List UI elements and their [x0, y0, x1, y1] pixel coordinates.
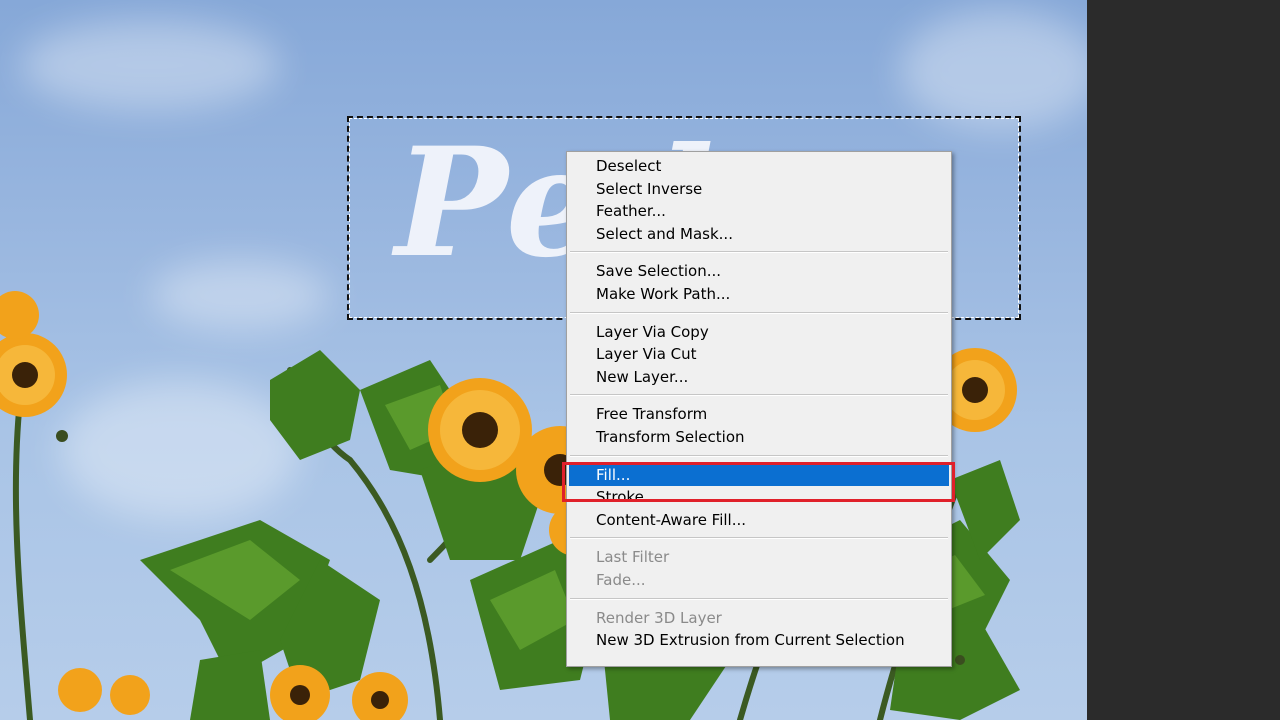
menu-item-layer-via-copy[interactable]: Layer Via Copy — [569, 321, 949, 343]
side-panel — [1087, 0, 1280, 720]
menu-item-new-3d-extrusion-from-current-selection[interactable]: New 3D Extrusion from Current Selection — [569, 629, 949, 651]
menu-item-new-layer[interactable]: New Layer... — [569, 366, 949, 388]
menu-item-last-filter[interactable]: Last Filter — [569, 546, 949, 568]
menu-item-make-work-path[interactable]: Make Work Path... — [569, 283, 949, 305]
menu-separator — [570, 454, 948, 457]
menu-item-fade[interactable]: Fade... — [569, 569, 949, 591]
menu-item-render-3d-layer[interactable]: Render 3D Layer — [569, 607, 949, 629]
menu-item-deselect[interactable]: Deselect — [569, 155, 949, 177]
menu-separator — [570, 597, 948, 600]
menu-item-feather[interactable]: Feather... — [569, 200, 949, 222]
menu-separator — [570, 537, 948, 540]
context-menu: Deselect Select Inverse Feather... Select a… — [566, 151, 952, 667]
menu-item-content-aware-fill[interactable]: Content-Aware Fill... — [569, 509, 949, 531]
menu-separator — [570, 251, 948, 254]
menu-item-free-transform[interactable]: Free Transform — [569, 403, 949, 425]
annotation-highlight-box — [562, 462, 955, 502]
menu-item-select-and-mask[interactable]: Select and Mask... — [569, 223, 949, 245]
menu-separator — [570, 394, 948, 397]
menu-item-save-selection[interactable]: Save Selection... — [569, 260, 949, 282]
menu-item-transform-selection[interactable]: Transform Selection — [569, 426, 949, 448]
menu-item-layer-via-cut[interactable]: Layer Via Cut — [569, 343, 949, 365]
menu-item-select-inverse[interactable]: Select Inverse — [569, 178, 949, 200]
menu-separator — [570, 311, 948, 314]
